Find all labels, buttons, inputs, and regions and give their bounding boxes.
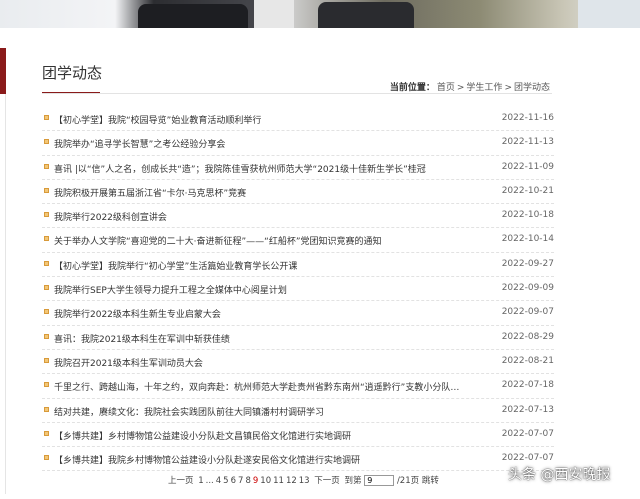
bullet-icon <box>44 139 49 145</box>
news-link[interactable]: 千里之行、跨越山海，十年之约，双向奔赴：杭州师范大学赴贵州省黔东南州“逍遥黔行”… <box>54 380 464 393</box>
bullet-icon <box>44 357 49 363</box>
list-item: 结对共建，赓续文化：我院社会实践团队前往大同镇潘村村调研学习 2022-07-13 <box>42 399 554 423</box>
pagination: 上一页 1...45678910111213 下一页 到第 /21页 跳转 <box>168 474 441 486</box>
news-date: 2022-11-09 <box>501 161 554 172</box>
news-date: 2022-07-07 <box>501 428 554 439</box>
sidebar-accent-bar <box>0 48 6 94</box>
bullet-icon <box>44 382 49 388</box>
breadcrumb-home-link[interactable]: 首页 <box>437 83 455 93</box>
news-link[interactable]: 【乡博共建】乡村博物馆公益建设小分队赴文昌镇民俗文化馆进行实地调研 <box>54 429 464 442</box>
page-link-5[interactable]: 5 <box>223 476 228 486</box>
news-link[interactable]: 我院举行SEP大学生领导力提升工程之全媒体中心阅星计划 <box>54 283 464 296</box>
goto-label: 到第 <box>344 476 362 486</box>
news-date: 2022-07-07 <box>501 453 554 464</box>
news-date: 2022-11-16 <box>501 113 554 123</box>
list-item: 我院举行SEP大学生领导力提升工程之全媒体中心阅星计划 2022-09-09 <box>42 277 554 302</box>
news-link[interactable]: 我院举行2022级本科生新生专业启蒙大会 <box>54 307 464 320</box>
news-date: 2022-09-27 <box>501 258 554 269</box>
news-date: 2022-09-07 <box>501 307 554 318</box>
news-date: 2022-09-09 <box>501 283 554 294</box>
news-date: 2022-07-13 <box>501 404 554 415</box>
news-date: 2022-11-13 <box>501 137 554 148</box>
news-date: 2022-10-14 <box>501 234 554 245</box>
list-item: 喜讯 |以“信”人之名，创成长共“造”；我院陈佳雪获杭州师范大学“2021级十佳… <box>42 156 554 180</box>
bullet-icon <box>44 333 49 339</box>
breadcrumb-current: 团学动态 <box>513 83 550 93</box>
watermark: 头条 @西安晚报 <box>508 467 611 483</box>
bullet-icon <box>44 115 49 120</box>
news-date: 2022-08-21 <box>501 355 554 366</box>
page-ellipsis: ... <box>205 476 214 486</box>
bullet-icon <box>44 212 49 218</box>
page-link-4[interactable]: 4 <box>216 476 221 486</box>
list-item: 喜讯：我院2021级本科生在军训中斩获佳绩 2022-08-29 <box>42 326 554 350</box>
title-divider <box>42 93 552 94</box>
list-item: 我院积极开展第五届浙江省“卡尔·马克思杯”竞赛 2022-10-21 <box>42 180 554 205</box>
bullet-icon <box>44 285 49 291</box>
current-page: 9 <box>252 476 259 486</box>
news-link[interactable]: 关于举办人文学院“喜迎党的二十大·奋进新征程”——“红船杯”党团知识竞赛的通知 <box>54 234 464 247</box>
news-date: 2022-10-21 <box>501 185 554 196</box>
bullet-icon <box>44 430 49 436</box>
bullet-icon <box>44 309 49 315</box>
page-link-7[interactable]: 7 <box>238 476 243 486</box>
prev-page-link[interactable]: 上一页 <box>168 476 194 486</box>
news-date: 2022-07-18 <box>501 380 554 391</box>
page-link-12[interactable]: 12 <box>286 476 297 486</box>
news-link[interactable]: 我院积极开展第五届浙江省“卡尔·马克思杯”竞赛 <box>54 186 464 199</box>
page-link-8[interactable]: 8 <box>245 476 250 486</box>
list-item: 【乡博共建】我院乡村博物馆公益建设小分队赴遂安民俗文化馆进行实地调研 2022-0… <box>42 447 554 472</box>
bullet-icon <box>44 187 49 193</box>
bullet-icon <box>44 236 49 242</box>
news-link[interactable]: 【乡博共建】我院乡村博物馆公益建设小分队赴遂安民俗文化馆进行实地调研 <box>54 453 464 466</box>
breadcrumb-separator: > <box>456 83 465 93</box>
page-link-10[interactable]: 10 <box>260 476 271 486</box>
breadcrumb: 当前位置： 首页 > 学生工作 > 团学动态 <box>390 80 552 93</box>
page-title: 团学动态 <box>42 64 103 82</box>
news-link[interactable]: 我院召开2021级本科生军训动员大会 <box>54 356 464 369</box>
news-link[interactable]: 喜讯 |以“信”人之名，创成长共“造”；我院陈佳雪获杭州师范大学“2021级十佳… <box>54 162 464 175</box>
bullet-icon <box>44 455 49 461</box>
list-item: 我院召开2021级本科生军训动员大会 2022-08-21 <box>42 350 554 375</box>
list-item: 我院举行2022级本科生新生专业启蒙大会 2022-09-07 <box>42 301 554 326</box>
news-date: 2022-10-18 <box>501 210 554 221</box>
bullet-icon <box>44 260 49 266</box>
breadcrumb-label: 当前位置： <box>389 83 435 93</box>
list-item: 我院举办“追寻学长智慧”之考公经验分享会 2022-11-13 <box>42 131 554 156</box>
page-link-13[interactable]: 13 <box>299 476 310 486</box>
news-list: 【初心学堂】我院“校园导览”始业教育活动顺利举行 2022-11-16 我院举办“… <box>42 107 554 472</box>
news-link[interactable]: 结对共建，赓续文化：我院社会实践团队前往大同镇潘村村调研学习 <box>54 405 464 418</box>
list-item: 千里之行、跨越山海，十年之约，双向奔赴：杭州师范大学赴贵州省黔东南州“逍遥黔行”… <box>42 374 554 399</box>
bullet-icon <box>44 163 49 169</box>
sidebar-border <box>0 94 6 494</box>
list-item: 【初心学堂】我院举行“初心学堂”生活篇始业教育学长公开课 2022-09-27 <box>42 253 554 278</box>
bullet-icon <box>44 406 49 412</box>
news-link[interactable]: 我院举行2022级科创宣讲会 <box>54 210 464 223</box>
news-date: 2022-08-29 <box>501 331 554 342</box>
page-link-1[interactable]: 1 <box>198 476 203 486</box>
page-link-6[interactable]: 6 <box>231 476 236 486</box>
total-pages: /21页 <box>396 476 420 486</box>
news-link[interactable]: 【初心学堂】我院举行“初心学堂”生活篇始业教育学长公开课 <box>54 259 464 272</box>
list-item: 【初心学堂】我院“校园导览”始业教育活动顺利举行 2022-11-16 <box>42 107 554 132</box>
news-link[interactable]: 我院举办“追寻学长智慧”之考公经验分享会 <box>54 137 464 150</box>
breadcrumb-student-work-link[interactable]: 学生工作 <box>466 83 502 93</box>
jump-button[interactable]: 跳转 <box>422 476 439 486</box>
next-page-link[interactable]: 下一页 <box>314 476 340 486</box>
news-link[interactable]: 喜讯：我院2021级本科生在军训中斩获佳绩 <box>54 332 464 345</box>
list-item: 关于举办人文学院“喜迎党的二十大·奋进新征程”——“红船杯”党团知识竞赛的通知 2… <box>42 228 554 253</box>
breadcrumb-separator: > <box>504 83 512 93</box>
news-link[interactable]: 【初心学堂】我院“校园导览”始业教育活动顺利举行 <box>54 113 464 126</box>
page-link-11[interactable]: 11 <box>273 476 284 486</box>
list-item: 【乡博共建】乡村博物馆公益建设小分队赴文昌镇民俗文化馆进行实地调研 2022-07… <box>42 423 554 448</box>
goto-page-input[interactable] <box>364 475 395 486</box>
list-item: 我院举行2022级科创宣讲会 2022-10-18 <box>42 204 554 229</box>
top-banner-image <box>0 0 640 28</box>
